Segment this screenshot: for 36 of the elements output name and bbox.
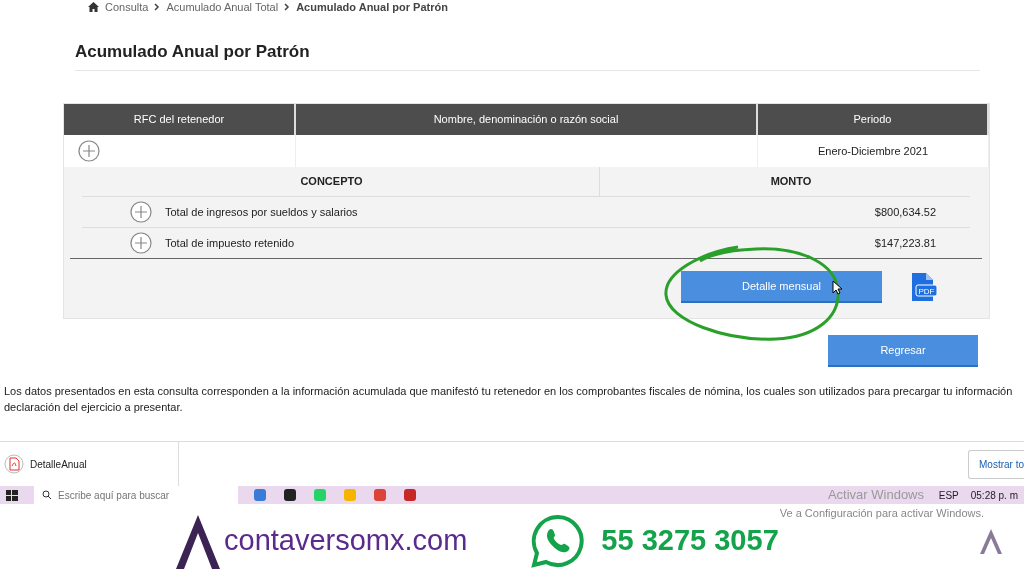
taskbar-app-icon[interactable] <box>282 487 298 503</box>
windows-start-icon[interactable] <box>4 487 20 503</box>
pdf-file-icon[interactable] <box>4 454 24 474</box>
table-cell: $147,223.81 <box>874 237 936 249</box>
search-icon <box>42 490 52 500</box>
chevron-icon <box>284 3 291 11</box>
column-header: CONCEPTO <box>64 167 600 196</box>
page-title: Acumulado Anual por Patrón <box>75 42 980 71</box>
plus-circle-icon[interactable] <box>130 232 152 254</box>
table-cell: $800,634.52 <box>874 206 936 218</box>
column-header: MONTO <box>769 174 813 189</box>
column-header: Periodo <box>758 104 989 135</box>
breadcrumb-link[interactable]: Acumulado Anual Total <box>166 1 279 13</box>
logo-icon <box>980 527 1002 554</box>
info-paragraph: Los datos presentados en esta consulta corresponden a la información acumulada que manifestó tu retenedor en los comprobantes fiscales de nómina, los cuales son utilizados para precargar tu información declaración del ejercicio a presentar. <box>4 384 1014 415</box>
breadcrumb-link[interactable]: Consulta <box>105 1 149 13</box>
cursor-icon <box>832 280 842 295</box>
whatsapp-icon <box>531 513 586 568</box>
language-indicator[interactable]: ESP <box>938 489 959 501</box>
phone-number: 55 3275 3057 <box>601 524 779 557</box>
detail-button[interactable]: Detalle mensual <box>681 271 882 303</box>
table-cell: Total de ingresos por sueldos y salarios <box>165 206 358 218</box>
chevron-icon <box>154 3 161 11</box>
table-cell: Total de impuesto retenido <box>165 237 295 249</box>
website-text: contaversomx.com <box>224 524 468 557</box>
column-header: Nombre, denominación o razón social <box>296 104 758 135</box>
show-all-button[interactable]: Mostrar to <box>968 449 1024 479</box>
back-button[interactable]: Regresar <box>828 335 978 367</box>
home-icon[interactable] <box>88 2 99 12</box>
plus-circle-icon[interactable] <box>78 140 100 162</box>
column-header: RFC del retenedor <box>64 104 296 135</box>
activation-text: Ve a Configuración para activar Windows. <box>779 507 984 519</box>
plus-circle-icon[interactable] <box>130 201 152 223</box>
activation-title: Activar Windows <box>827 487 924 502</box>
download-file-name[interactable]: DetalleAnual <box>30 458 87 470</box>
clock[interactable]: 05:28 p. m <box>970 489 1018 501</box>
